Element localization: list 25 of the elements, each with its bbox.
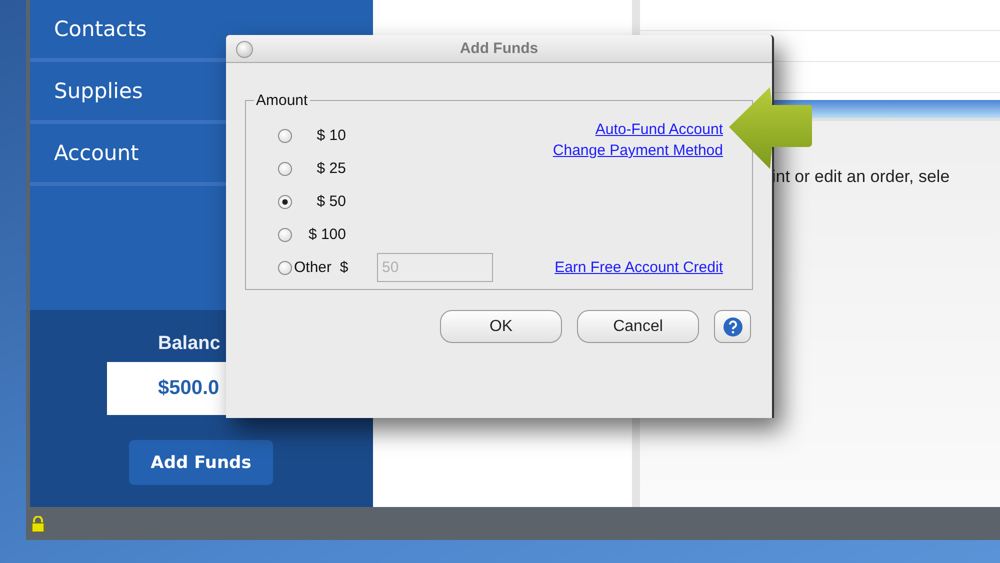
dialog-title: Add Funds	[460, 40, 538, 57]
add-funds-button[interactable]: Add Funds	[129, 440, 273, 485]
radio-button[interactable]	[278, 194, 292, 208]
cancel-button[interactable]: Cancel	[577, 310, 699, 343]
ok-button[interactable]: OK	[440, 310, 562, 343]
radio-button[interactable]	[278, 128, 292, 142]
arrow-icon	[728, 85, 812, 171]
balance-value: $500.0	[158, 377, 220, 400]
help-button[interactable]	[714, 310, 751, 343]
close-button[interactable]	[236, 41, 253, 58]
link[interactable]: Earn Free Account Credit	[554, 259, 723, 276]
option-label: $ 25	[316, 160, 346, 177]
option-label: $ 100	[307, 226, 346, 243]
link[interactable]: Change Payment Method	[552, 142, 723, 159]
radio-button[interactable]	[278, 260, 292, 274]
option-label: Other $	[294, 259, 348, 276]
radio-button[interactable]	[278, 228, 292, 242]
balance-label: Balanc	[158, 332, 220, 356]
help-icon	[722, 316, 742, 336]
group-label: Amount	[255, 92, 309, 109]
link[interactable]: Auto-Fund Account	[595, 121, 723, 138]
option-label: $ 50	[316, 193, 346, 210]
radio-button[interactable]	[278, 162, 292, 176]
lock-icon	[31, 516, 45, 532]
option-label: $ 10	[316, 127, 346, 144]
